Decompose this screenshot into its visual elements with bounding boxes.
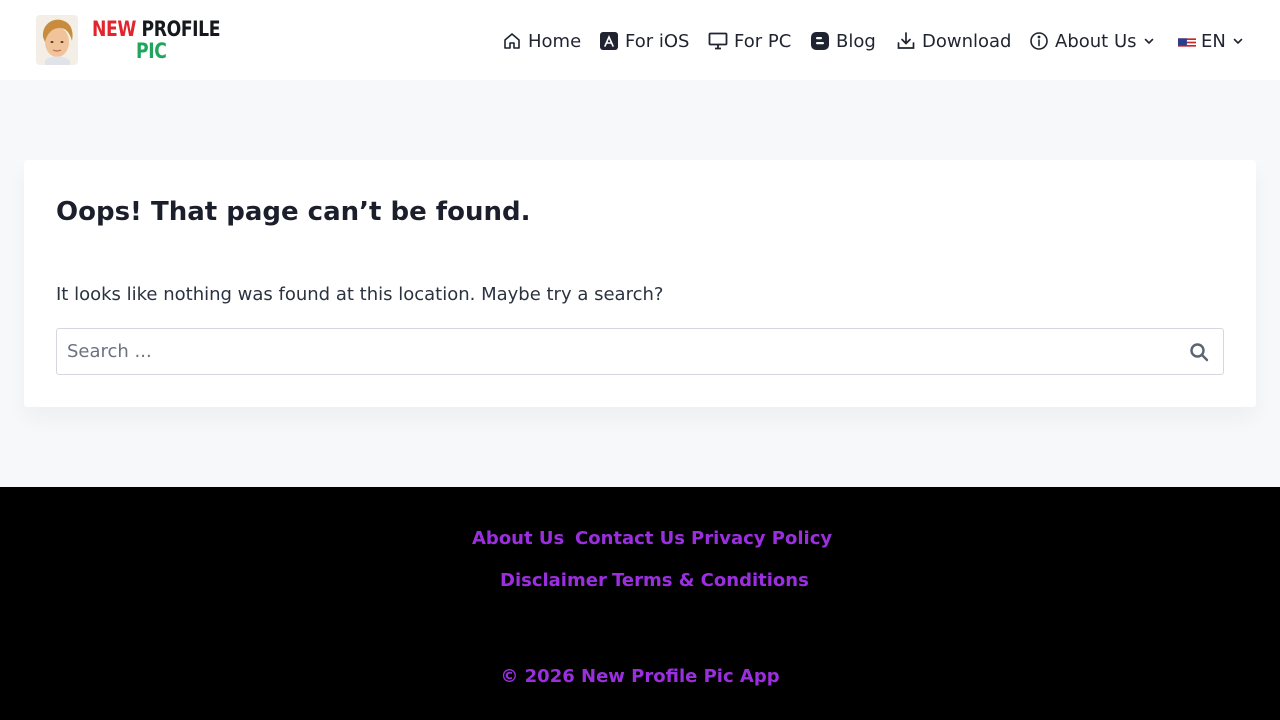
download-icon <box>897 32 915 49</box>
not-found-message: It looks like nothing was found at this … <box>56 284 664 305</box>
language-switcher[interactable]: EN <box>1178 28 1244 54</box>
nav-for-pc[interactable]: For PC <box>708 28 791 54</box>
footer-link-contact-us[interactable]: Contact Us <box>575 528 685 549</box>
chevron-down-icon <box>1144 38 1153 45</box>
logo-word-new: NEW <box>92 16 136 41</box>
home-icon <box>504 33 520 49</box>
search-input[interactable] <box>57 329 1167 374</box>
page-title: Oops! That page can’t be found. <box>56 197 531 227</box>
logo-word-profile: PROFILE <box>141 16 221 41</box>
info-icon <box>1030 32 1048 50</box>
search-icon[interactable] <box>1189 342 1209 362</box>
language-label: EN <box>1201 30 1226 52</box>
search-form <box>56 328 1224 375</box>
chevron-down-icon <box>1233 38 1243 45</box>
nav-about-us[interactable]: About Us <box>1029 28 1155 54</box>
nav-home[interactable]: Home <box>502 28 581 54</box>
not-found-card: Oops! That page can’t be found. It looks… <box>24 160 1256 407</box>
footer-link-privacy-policy[interactable]: Privacy Policy <box>691 528 832 549</box>
blogger-icon <box>811 32 829 50</box>
nav-home-label: Home <box>528 30 582 52</box>
logo-word-pic: PIC <box>136 38 167 63</box>
site-footer: About Us Contact Us Privacy Policy Discl… <box>0 487 1280 720</box>
nav-blog-label: Blog <box>836 30 876 52</box>
footer-link-disclaimer[interactable]: Disclaimer <box>500 570 607 591</box>
nav-about-us-label: About Us <box>1055 30 1137 52</box>
footer-link-terms[interactable]: Terms & Conditions <box>612 570 809 591</box>
nav-for-pc-label: For PC <box>734 30 792 52</box>
app-store-icon <box>600 32 618 50</box>
us-flag-icon <box>1178 35 1196 47</box>
site-logo[interactable]: NEW PROFILE PIC <box>36 14 248 66</box>
nav-download[interactable]: Download <box>896 28 1011 54</box>
site-header: NEW PROFILE PIC Home For iOS For PC Blog… <box>0 0 1280 80</box>
nav-download-label: Download <box>922 30 1012 52</box>
nav-for-ios[interactable]: For iOS <box>599 28 689 54</box>
copyright: © 2026 New Profile Pic App <box>500 666 780 687</box>
logo-wordmark: NEW PROFILE PIC <box>92 16 248 63</box>
avatar <box>36 15 78 65</box>
nav-for-ios-label: For iOS <box>625 30 690 52</box>
footer-link-about-us[interactable]: About Us <box>472 528 564 549</box>
nav-blog[interactable]: Blog <box>810 28 876 54</box>
monitor-icon <box>708 32 728 50</box>
